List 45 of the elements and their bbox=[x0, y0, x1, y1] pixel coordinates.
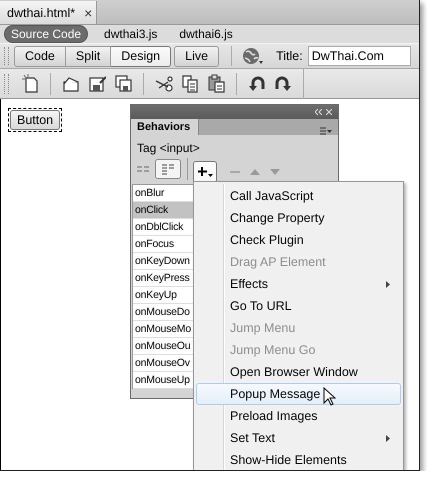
view-mode-button[interactable]: Live bbox=[174, 46, 220, 66]
show-all-events-button[interactable] bbox=[155, 159, 181, 179]
close-tab-button[interactable]: × bbox=[84, 4, 92, 20]
globe-icon bbox=[242, 47, 264, 65]
behaviors-tab[interactable]: Behaviors bbox=[131, 119, 200, 135]
menu-item[interactable]: Show-Hide Elements bbox=[196, 449, 401, 470]
cut-icon[interactable] bbox=[155, 74, 173, 93]
menu-item[interactable]: Effects bbox=[196, 273, 401, 295]
view-mode-button[interactable]: Design bbox=[111, 46, 172, 66]
add-behavior-button[interactable] bbox=[193, 161, 217, 183]
menu-item[interactable]: Open Browser Window bbox=[196, 361, 401, 383]
document-tab[interactable]: dwthai.html* × bbox=[0, 1, 97, 24]
submenu-arrow-icon bbox=[386, 280, 390, 288]
collapse-icon[interactable] bbox=[315, 109, 322, 115]
title-field[interactable]: DwThai.Com bbox=[308, 46, 411, 66]
tag-label: Tag <input> bbox=[137, 141, 200, 155]
undo-icon[interactable] bbox=[248, 74, 266, 93]
save-all-icon[interactable] bbox=[114, 74, 132, 93]
view-mode-button[interactable]: Split bbox=[66, 46, 112, 66]
show-set-events-icon[interactable] bbox=[137, 166, 149, 172]
related-file-tab[interactable]: dwthai6.js bbox=[173, 26, 239, 42]
menu-item[interactable]: Check Plugin bbox=[196, 229, 401, 251]
copy-icon[interactable] bbox=[181, 74, 199, 93]
menu-item[interactable]: Go To URL bbox=[196, 295, 401, 317]
view-mode-button[interactable]: Code bbox=[14, 46, 66, 66]
document-tab-title: dwthai.html* bbox=[7, 6, 76, 20]
related-file-tab[interactable]: dwthai3.js bbox=[98, 26, 164, 42]
plus-icon bbox=[197, 166, 213, 178]
menu-item[interactable]: Preload Images bbox=[196, 405, 401, 427]
menu-item[interactable]: Set Text bbox=[196, 427, 401, 449]
new-document-icon[interactable] bbox=[21, 74, 39, 93]
paste-icon[interactable] bbox=[207, 74, 225, 93]
pointer-cursor-icon bbox=[323, 387, 336, 406]
panel-menu-icon[interactable] bbox=[320, 127, 332, 135]
title-label: Title: bbox=[276, 49, 303, 63]
submenu-arrow-icon bbox=[386, 434, 390, 442]
page-button[interactable]: Button bbox=[10, 110, 60, 130]
menu-item[interactable]: Popup Message bbox=[196, 383, 401, 405]
save-as-icon[interactable] bbox=[88, 74, 106, 93]
related-file-tab[interactable]: Source Code bbox=[4, 25, 88, 43]
close-icon[interactable] bbox=[326, 109, 332, 115]
menu-item[interactable]: Call JavaScript bbox=[196, 185, 401, 207]
redo-icon[interactable] bbox=[274, 74, 292, 93]
list-icon bbox=[161, 164, 175, 174]
menu-item[interactable]: Change Property bbox=[196, 207, 401, 229]
